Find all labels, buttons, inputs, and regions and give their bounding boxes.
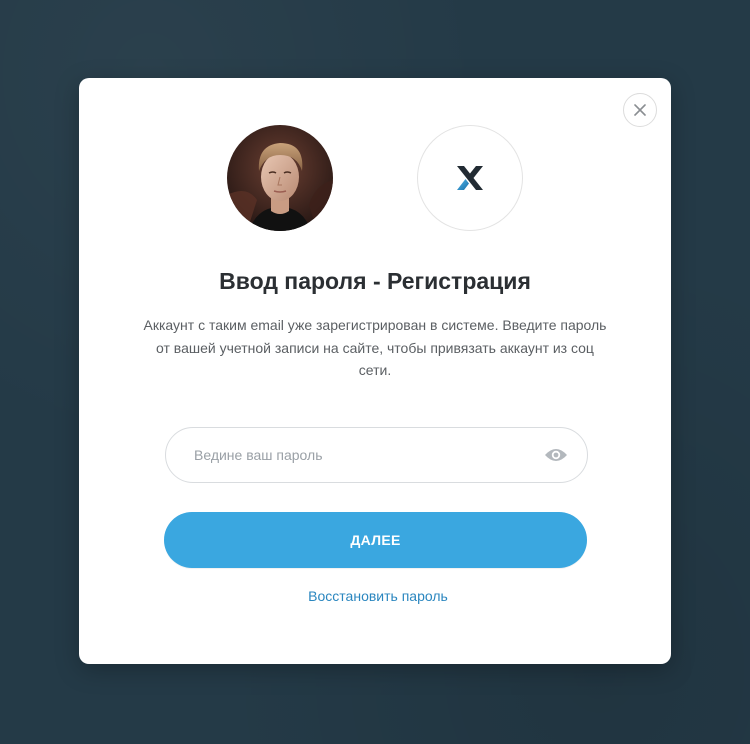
account-link-avatars <box>227 125 523 231</box>
close-icon <box>634 104 646 116</box>
eye-icon <box>545 449 567 461</box>
restore-password-link[interactable]: Восстановить пароль <box>79 588 677 604</box>
user-avatar <box>227 125 333 231</box>
password-input[interactable] <box>194 428 524 482</box>
social-provider-badge <box>417 125 523 231</box>
close-button[interactable] <box>623 93 657 127</box>
password-dialog: Ввод пароля - Регистрация Аккаунт с таки… <box>79 78 671 664</box>
next-button[interactable]: ДАЛЕЕ <box>164 512 587 568</box>
password-field <box>165 427 588 483</box>
x-logo-icon <box>457 166 483 190</box>
show-password-toggle[interactable] <box>543 444 569 466</box>
dialog-title: Ввод пароля - Регистрация <box>219 268 531 294</box>
dialog-description: Аккаунт с таким email уже зарегистрирова… <box>143 317 607 378</box>
